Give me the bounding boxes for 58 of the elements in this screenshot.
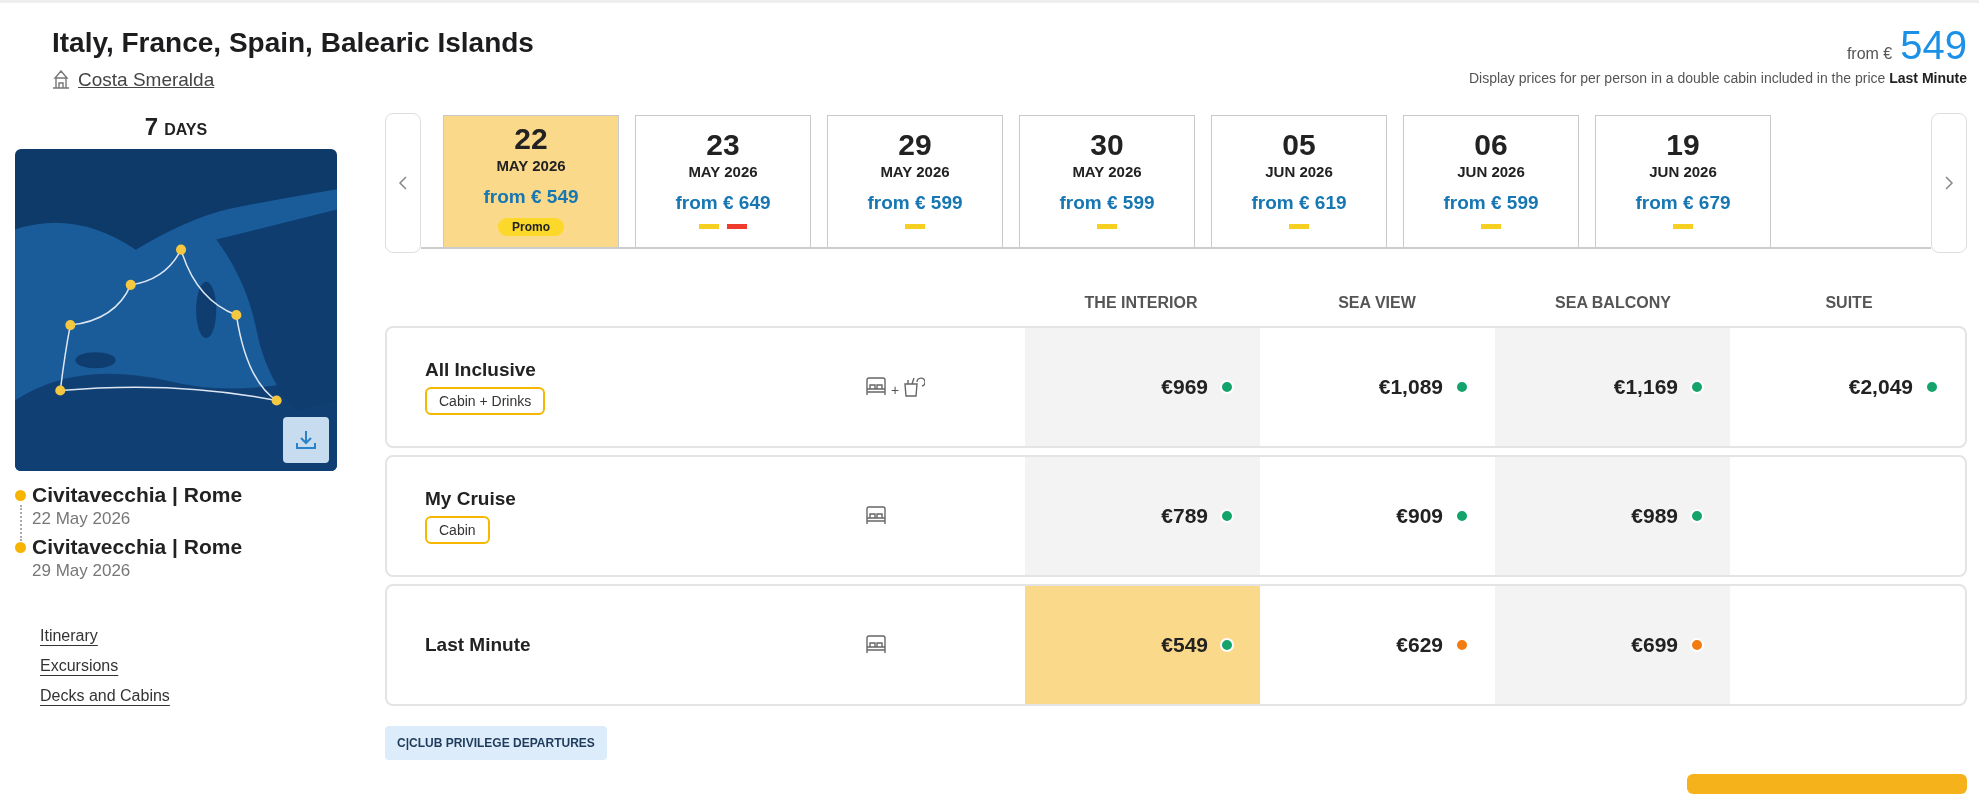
route-line: [20, 505, 22, 541]
ship-link[interactable]: Costa Smeralda: [78, 69, 215, 91]
price-note: Display prices for per person in a double cabin included in the price Last Minute: [1468, 70, 1967, 86]
days-count: 7: [144, 113, 159, 141]
date-card[interactable]: 05 JUN 2026 from € 619: [1211, 115, 1387, 247]
port-date: 29 May 2026: [32, 561, 132, 581]
price-cell[interactable]: €549: [1025, 586, 1260, 704]
chevron-right-icon: [1944, 175, 1954, 191]
date-card[interactable]: 29 MAY 2026 from € 599: [827, 115, 1003, 247]
price-cell[interactable]: €1,169: [1495, 328, 1730, 446]
club-badge: C|CLUB PRIVILEGE DEPARTURES: [385, 726, 607, 760]
date-card[interactable]: 23 MAY 2026 from € 649: [635, 115, 811, 247]
bed-icon: [865, 506, 887, 526]
date-card[interactable]: 19 JUN 2026 from € 679: [1595, 115, 1771, 247]
price-cell[interactable]: €789: [1025, 457, 1260, 575]
download-button[interactable]: [283, 417, 329, 463]
port-name: Civitavecchia | Rome: [32, 535, 243, 559]
section-link[interactable]: Decks and Cabins: [40, 687, 170, 705]
column-header: SEA BALCONY: [1554, 294, 1672, 312]
date-card[interactable]: 30 MAY 2026 from € 599: [1019, 115, 1195, 247]
fare-tag: Cabin: [425, 516, 490, 544]
promo-badge: Promo: [498, 218, 564, 236]
bed-icon: [865, 377, 887, 397]
price-cell[interactable]: €909: [1260, 457, 1495, 575]
fare-name: Last Minute: [425, 634, 532, 656]
plus-sign: +: [891, 382, 900, 398]
section-link[interactable]: Itinerary: [40, 627, 98, 645]
bed-icon: [865, 635, 887, 655]
port-dot: [15, 542, 26, 553]
download-icon: [294, 429, 318, 451]
price-cell[interactable]: €629: [1260, 586, 1495, 704]
chevron-left-icon: [398, 175, 408, 191]
price-cell[interactable]: €2,049: [1730, 328, 1965, 446]
price-cell[interactable]: €989: [1495, 457, 1730, 575]
section-link[interactable]: Excursions: [40, 657, 119, 675]
drinks-icon: [903, 376, 926, 398]
price-cell[interactable]: €969: [1025, 328, 1260, 446]
previous-button[interactable]: [385, 113, 421, 253]
column-header: SUITE: [1824, 294, 1874, 312]
building-icon: [52, 70, 70, 90]
port-dot: [15, 490, 26, 501]
fare-tag: Cabin + Drinks: [425, 387, 546, 415]
column-header: SEA VIEW: [1337, 294, 1417, 312]
fare-name: All Inclusive: [425, 359, 537, 381]
next-button[interactable]: [1931, 113, 1967, 253]
column-header: THE INTERIOR: [1083, 294, 1199, 312]
from-label: from €: [1846, 45, 1893, 63]
lowest-price: 549: [1900, 23, 1967, 68]
date-card[interactable]: 06 JUN 2026 from € 599: [1403, 115, 1579, 247]
cruise-title: Italy, France, Spain, Balearic Islands: [52, 27, 534, 59]
date-card[interactable]: 22 MAY 2026 from € 549 Promo: [443, 115, 619, 247]
price-cell[interactable]: €1,089: [1260, 328, 1495, 446]
action-button[interactable]: [1687, 774, 1967, 794]
port-date: 22 May 2026: [32, 509, 132, 529]
days-label: DAYS: [164, 121, 208, 139]
port-name: Civitavecchia | Rome: [32, 483, 243, 507]
fare-name: My Cruise: [425, 488, 517, 510]
price-cell[interactable]: €699: [1495, 586, 1730, 704]
